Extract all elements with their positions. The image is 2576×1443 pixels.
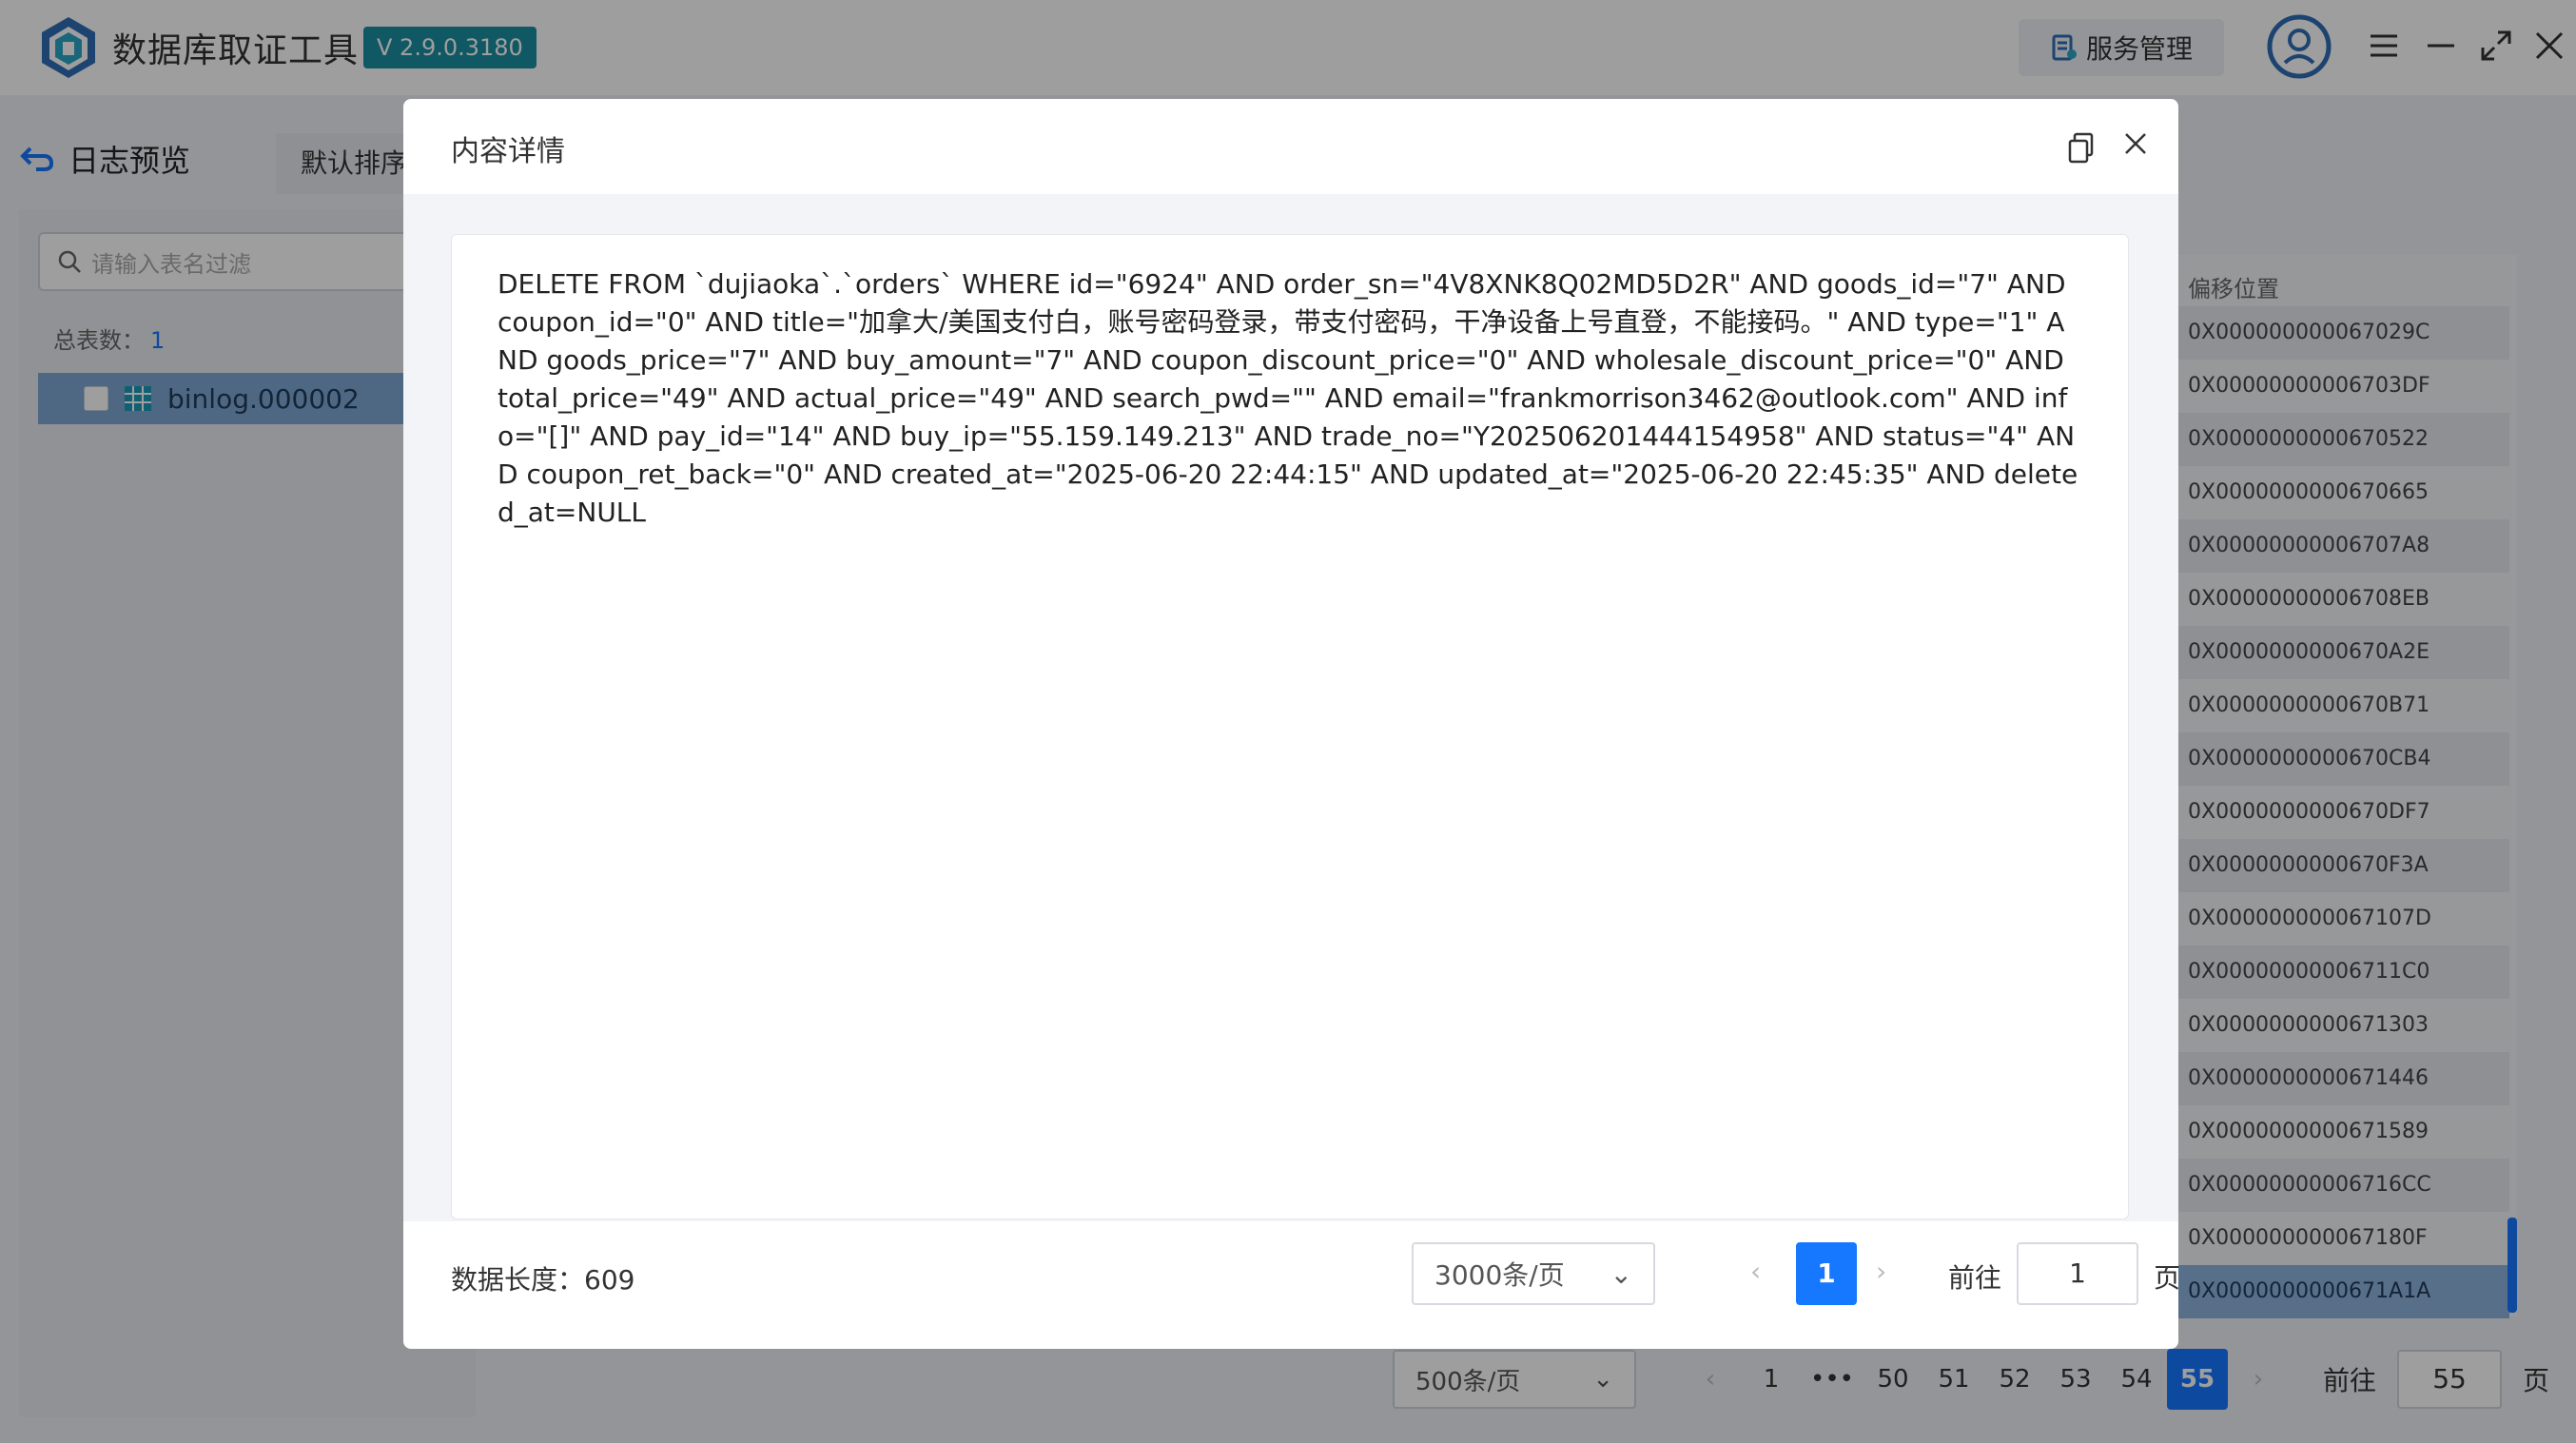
dialog-prev-page-icon[interactable]: ‹ bbox=[1750, 1256, 1761, 1287]
dialog-next-page-icon[interactable]: › bbox=[1876, 1256, 1886, 1287]
dialog-goto-label: 前往 bbox=[1948, 1262, 2002, 1294]
sql-content: DELETE FROM `dujiaoka`.`orders` WHERE id… bbox=[498, 268, 2078, 528]
dialog-footer: 数据长度：609 3000条/页 ⌄ ‹ 1 › 前往 1 页 bbox=[451, 1242, 2180, 1311]
dialog-current-page[interactable]: 1 bbox=[1796, 1242, 1857, 1305]
dialog-header: 内容详情 bbox=[403, 99, 2178, 194]
content-text-area[interactable]: DELETE FROM `dujiaoka`.`orders` WHERE id… bbox=[451, 234, 2129, 1219]
dialog-page-suffix: 页 bbox=[2154, 1262, 2181, 1294]
chevron-down-icon: ⌄ bbox=[1610, 1258, 1632, 1290]
close-icon[interactable] bbox=[2119, 127, 2152, 160]
dialog-page-size-value: 3000条/页 bbox=[1434, 1259, 1565, 1291]
dialog-page-size-select[interactable]: 3000条/页 ⌄ bbox=[1412, 1242, 1655, 1305]
content-detail-dialog: 内容详情 DELETE FROM `dujiaoka`.`orders` WHE… bbox=[403, 99, 2180, 1349]
dialog-goto-input[interactable]: 1 bbox=[2017, 1242, 2138, 1305]
data-length: 数据长度：609 bbox=[451, 1264, 635, 1296]
copy-icon[interactable] bbox=[2066, 131, 2098, 166]
dialog-title: 内容详情 bbox=[451, 135, 565, 168]
